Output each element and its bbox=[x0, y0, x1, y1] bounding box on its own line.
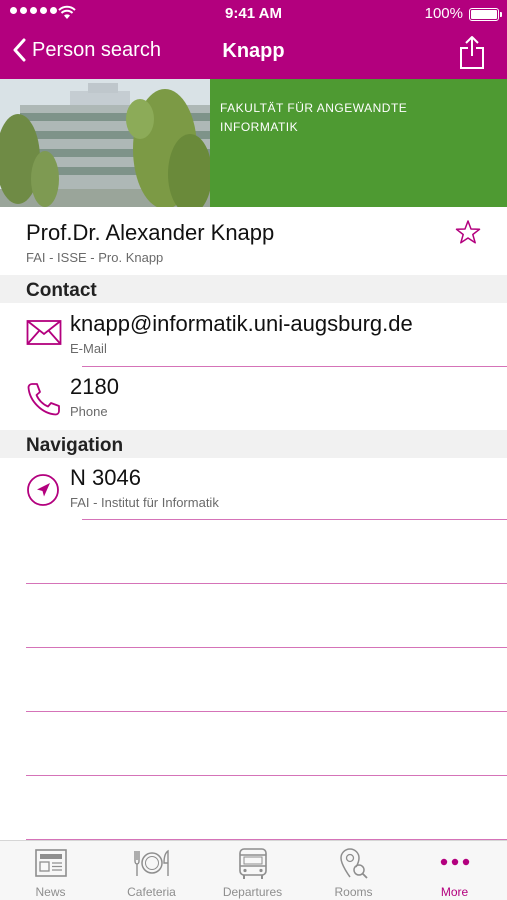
tab-bar: News Cafeteria Departures Rooms More bbox=[0, 840, 507, 900]
plate-cutlery-icon bbox=[133, 849, 169, 876]
battery-icon bbox=[469, 8, 502, 21]
profile-header: Prof.Dr. Alexander Knapp FAI - ISSE - Pr… bbox=[0, 207, 507, 273]
person-affiliation: FAI - ISSE - Pro. Knapp bbox=[26, 250, 164, 265]
contact-section-title: Contact bbox=[26, 280, 97, 301]
building-photo bbox=[0, 79, 210, 207]
empty-row-divider bbox=[26, 775, 507, 776]
navigation-section-header: Navigation bbox=[0, 430, 507, 458]
tab-cafeteria[interactable]: Cafeteria bbox=[101, 841, 202, 900]
tab-more-label: More bbox=[440, 885, 469, 899]
top-bar: 9:41 AM 100% Person search Knapp bbox=[0, 0, 507, 79]
email-label: E-Mail bbox=[70, 341, 107, 356]
tab-more[interactable]: More bbox=[404, 841, 505, 900]
tab-cafeteria-label: Cafeteria bbox=[127, 885, 176, 899]
person-name: Prof.Dr. Alexander Knapp bbox=[26, 220, 275, 245]
navigation-bar: Person search Knapp bbox=[0, 28, 507, 79]
empty-row-divider bbox=[26, 711, 507, 712]
divider bbox=[82, 519, 507, 520]
bus-icon bbox=[238, 848, 267, 879]
phone-value: 2180 bbox=[70, 374, 119, 399]
faculty-name-line2: INFORMATIK bbox=[220, 120, 299, 134]
room-label: FAI - Institut für Informatik bbox=[70, 495, 219, 510]
location-arrow-icon bbox=[27, 474, 59, 506]
navigation-section-title: Navigation bbox=[26, 435, 124, 456]
tab-news[interactable]: News bbox=[0, 841, 101, 900]
phone-icon bbox=[27, 383, 60, 416]
email-row[interactable]: knapp@informatik.uni-augsburg.de E-Mail bbox=[0, 308, 507, 372]
battery-percentage: 100% bbox=[424, 5, 463, 22]
share-icon[interactable] bbox=[459, 34, 485, 70]
tab-rooms[interactable]: Rooms bbox=[303, 841, 404, 900]
favorite-star-icon[interactable] bbox=[455, 219, 481, 245]
map-pin-search-icon bbox=[339, 848, 368, 879]
divider bbox=[82, 366, 507, 367]
faculty-banner: FAKULTÄT FÜR ANGEWANDTE INFORMATIK bbox=[0, 79, 507, 207]
tab-news-label: News bbox=[35, 885, 66, 899]
empty-row-divider bbox=[26, 647, 507, 648]
newspaper-icon bbox=[34, 849, 67, 877]
status-bar: 9:41 AM 100% bbox=[0, 0, 507, 28]
faculty-name-panel: FAKULTÄT FÜR ANGEWANDTE INFORMATIK bbox=[210, 79, 507, 207]
chevron-left-icon bbox=[13, 38, 26, 62]
contact-section-header: Contact bbox=[0, 275, 507, 303]
tab-departures[interactable]: Departures bbox=[202, 841, 303, 900]
tab-rooms-label: Rooms bbox=[334, 885, 373, 899]
phone-row[interactable]: 2180 Phone bbox=[0, 371, 507, 435]
more-dots-icon bbox=[440, 858, 469, 866]
tab-departures-label: Departures bbox=[222, 885, 283, 899]
envelope-icon bbox=[26, 320, 62, 345]
faculty-name-line1: FAKULTÄT FÜR ANGEWANDTE bbox=[220, 101, 408, 115]
phone-label: Phone bbox=[70, 404, 108, 419]
room-row[interactable]: N 3046 FAI - Institut für Informatik bbox=[0, 462, 507, 526]
back-button-label: Person search bbox=[32, 38, 161, 61]
email-value: knapp@informatik.uni-augsburg.de bbox=[70, 311, 413, 336]
room-value: N 3046 bbox=[70, 465, 141, 490]
empty-row-divider bbox=[26, 583, 507, 584]
back-button[interactable]: Person search bbox=[12, 38, 161, 62]
